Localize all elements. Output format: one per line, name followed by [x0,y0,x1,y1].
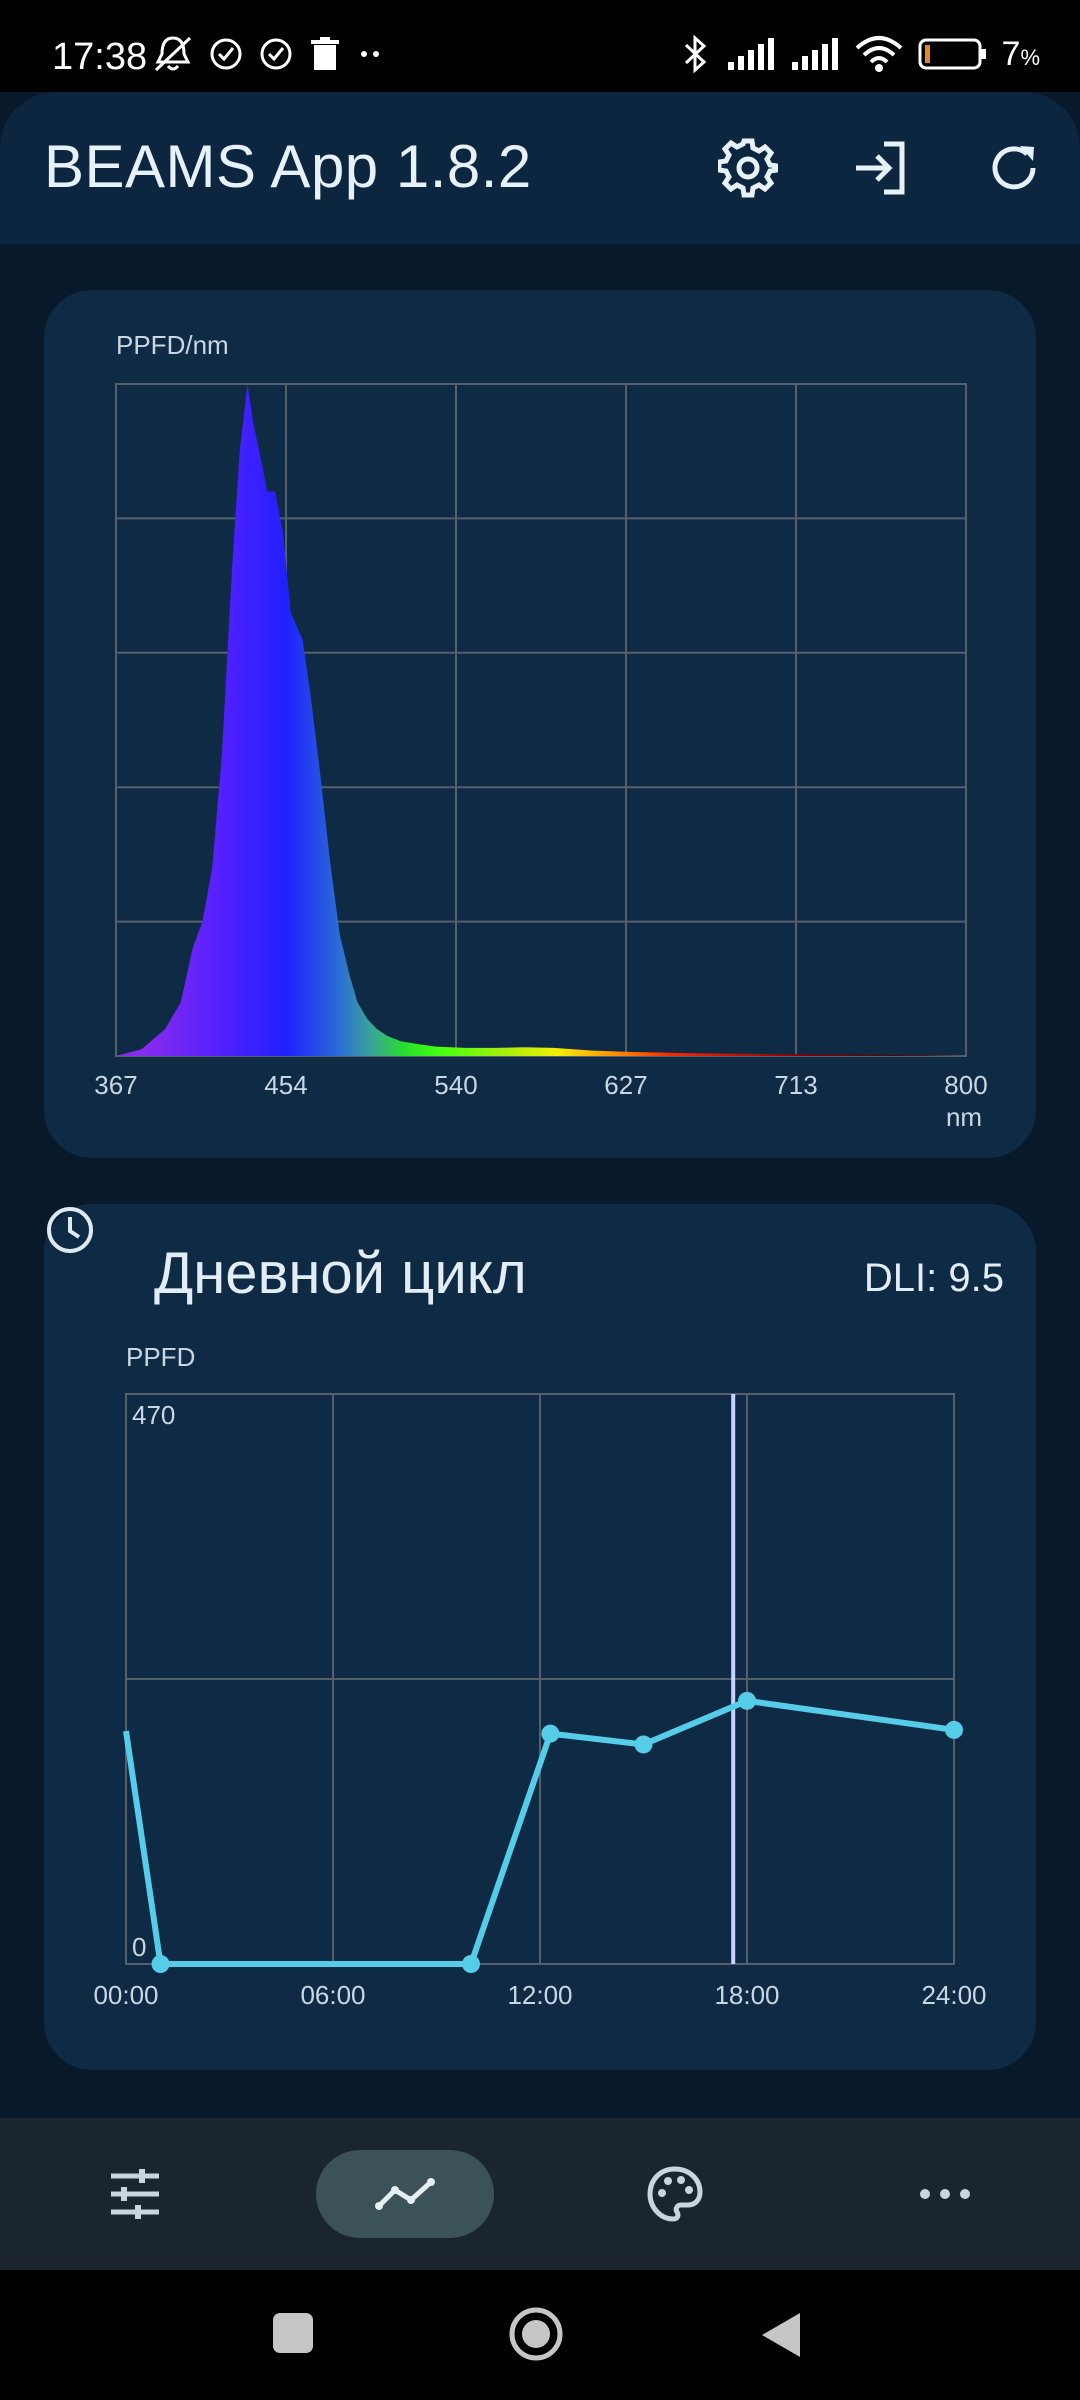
spectrum-chart: PPFD/nm 367 454 540 627 713 800 nm [94,330,987,1132]
nav-settings-sliders[interactable] [90,2150,180,2238]
cycle-x-tick: 24:00 [921,1980,986,2010]
status-left-icons [152,34,386,74]
app-title: BEAMS App 1.8.2 [44,133,532,200]
cycle-y-tick: 0 [132,1932,146,1962]
wifi-icon [855,36,902,72]
day-cycle-card: Дневной цикл DLI: 9.5 PPFD 470 0 00:00 06:… [44,1204,1036,2070]
nav-palette[interactable] [630,2150,720,2238]
spectrum-x-ticks: 367 454 540 627 713 800 [94,1070,987,1100]
cycle-y-ticks: 470 0 [132,1400,175,1962]
cycle-x-tick: 06:00 [300,1980,365,2010]
day-cycle-chart[interactable]: PPFD 470 0 00:00 06:00 12:00 18:00 24:00 [44,1204,1036,2070]
signal-icon [791,38,838,70]
bottom-nav [0,2118,1080,2270]
cycle-x-tick: 00:00 [93,1980,158,2010]
cycle-point[interactable] [462,1955,480,1973]
status-right-icons: 7% [680,34,1040,74]
refresh-icon [992,146,1036,190]
recents-square-icon[interactable] [270,2310,316,2356]
cycle-point[interactable] [151,1955,170,1973]
spectrum-card: PPFD/nm 367 454 540 627 713 800 nm [44,290,1036,1158]
cycle-grid [125,1393,955,1965]
sliders-icon [111,2169,159,2219]
cycle-x-tick: 12:00 [507,1980,572,2010]
check-circle-icon [210,38,242,70]
cycle-y-label: PPFD [126,1342,195,1372]
login-arrow-icon [856,141,905,195]
refresh-button[interactable] [982,136,1046,200]
app-bar: BEAMS App 1.8.2 [0,92,1080,244]
bluetooth-icon [684,34,706,74]
spectrum-y-label: PPFD/nm [116,330,229,360]
more-dots-icon [361,51,379,57]
more-icon [920,2189,970,2199]
cycle-point[interactable] [738,1691,756,1710]
cycle-point[interactable] [541,1724,560,1743]
cycle-x-ticks: 00:00 06:00 12:00 18:00 24:00 [93,1980,986,2010]
back-triangle-icon[interactable] [758,2310,804,2360]
settings-gear-icon [718,138,778,198]
system-nav-bar [0,2270,1080,2400]
palette-icon [647,2166,703,2222]
battery-icon [918,38,986,70]
battery-percentage: 7% [1001,34,1040,73]
spectrum-x-label: nm [946,1102,982,1132]
cycle-point[interactable] [945,1720,963,1739]
cycle-x-tick: 18:00 [714,1980,779,2010]
home-circle-icon[interactable] [506,2304,566,2364]
nav-chart[interactable] [316,2150,494,2238]
signal-icon [727,38,774,70]
cycle-y-tick: 470 [132,1400,175,1430]
status-bar: 17:38 7% [0,0,1080,92]
status-time: 17:38 [52,36,148,78]
spectrum-x-tick: 713 [774,1070,817,1100]
spectrum-area [116,384,966,1056]
cycle-points[interactable] [151,1691,964,1973]
spectrum-x-tick: 540 [434,1070,477,1100]
nav-more[interactable] [900,2150,990,2238]
spectrum-x-tick: 627 [604,1070,647,1100]
trash-icon [311,37,339,70]
spectrum-x-tick: 367 [94,1070,137,1100]
spectrum-x-tick: 800 [944,1070,987,1100]
settings-button[interactable] [716,136,780,200]
silent-bell-icon [154,36,192,72]
cycle-point[interactable] [634,1735,653,1754]
login-button[interactable] [848,136,912,200]
chart-line-icon [375,2178,435,2210]
spectrum-x-tick: 454 [264,1070,307,1100]
check-circle-icon [260,38,292,70]
